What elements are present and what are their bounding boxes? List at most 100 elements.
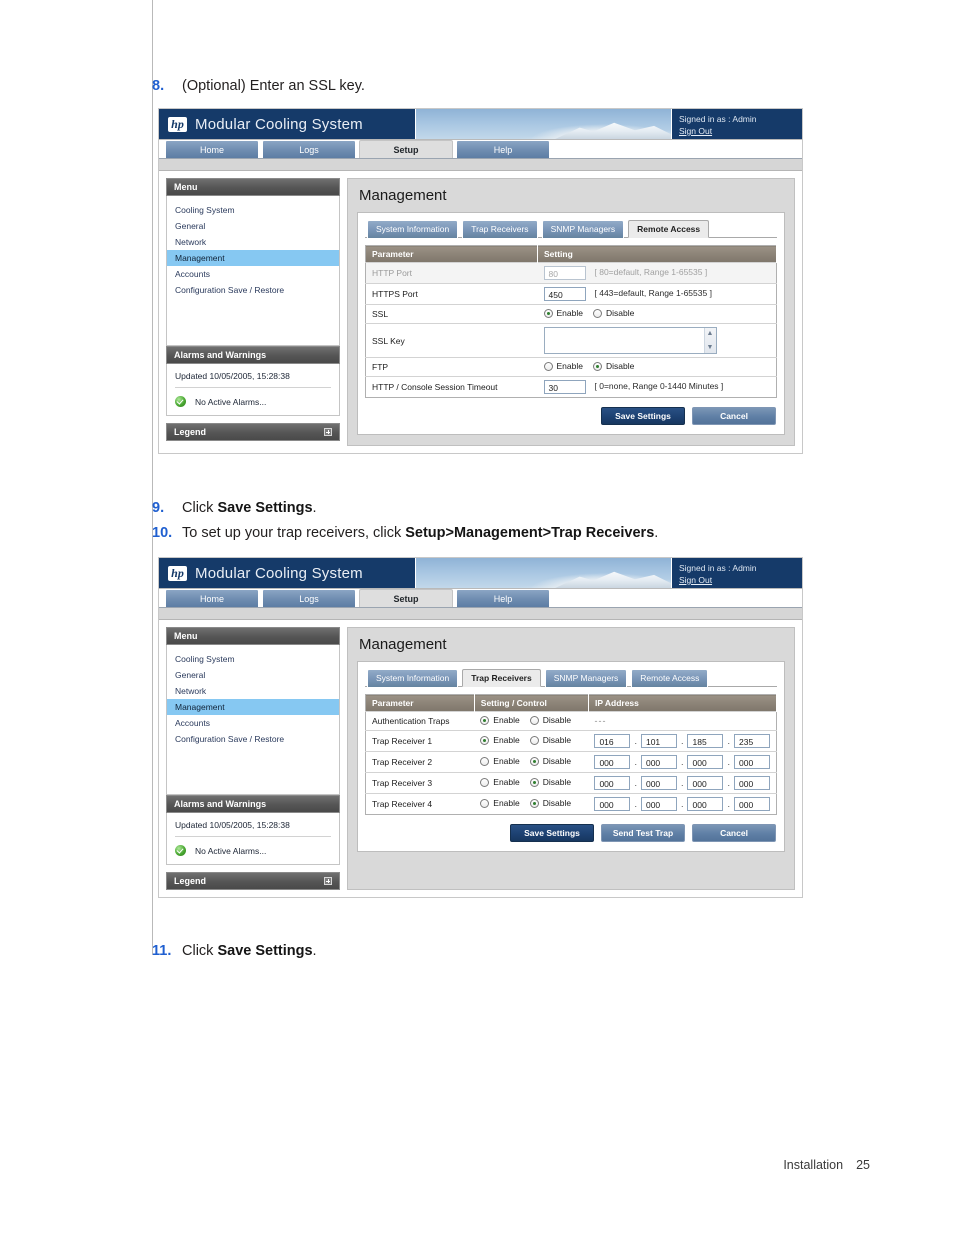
- nav-tab-logs[interactable]: Logs: [262, 140, 356, 158]
- sidebar-item-configuration-save-restore[interactable]: Configuration Save / Restore: [167, 282, 339, 298]
- app-header: Modular Cooling System Signed in as : Ad…: [159, 109, 802, 140]
- tab-system-information[interactable]: System Information: [367, 220, 459, 238]
- ssl-key-textarea[interactable]: ▲ ▼: [543, 327, 717, 354]
- tr1-ip-octet-3[interactable]: 185: [687, 734, 724, 748]
- tr3-ip-octet-3[interactable]: 000: [687, 776, 724, 790]
- legend-panel-title[interactable]: Legend: [166, 423, 340, 441]
- trap-receivers-button-row: Save Settings Send Test Trap Cancel: [365, 824, 777, 842]
- tr4-ip-octet-2[interactable]: 000: [640, 797, 677, 811]
- ssl-key-scrollbar[interactable]: ▲ ▼: [703, 328, 716, 353]
- cancel-button[interactable]: Cancel: [692, 407, 776, 425]
- nav-tab-help[interactable]: Help: [456, 589, 550, 607]
- row-label-https-port: HTTPS Port: [365, 283, 538, 305]
- radio-icon-off: [529, 735, 539, 745]
- tab-snmp-managers[interactable]: SNMP Managers: [544, 669, 628, 687]
- legend-panel-title[interactable]: Legend: [166, 872, 340, 890]
- tr4-ip-octet-1[interactable]: 000: [594, 797, 631, 811]
- sidebar-item-network[interactable]: Network: [167, 234, 339, 250]
- session-timeout-input[interactable]: 30: [543, 380, 586, 394]
- ftp-enable-radio[interactable]: Enable: [543, 361, 583, 371]
- alarms-panel-title: Alarms and Warnings: [166, 346, 340, 364]
- tab-remote-access[interactable]: Remote Access: [631, 669, 709, 687]
- tr2-ip-octet-4[interactable]: 000: [734, 755, 770, 769]
- ftp-disable-radio[interactable]: Disable: [592, 361, 634, 371]
- ip-separator-dot: .: [634, 778, 637, 788]
- tr4-disable-radio[interactable]: Disable: [529, 798, 571, 808]
- sidebar-item-cooling-system[interactable]: Cooling System: [167, 202, 339, 218]
- tr3-ip-octet-2[interactable]: 000: [640, 776, 677, 790]
- sidebar: Menu Cooling System General Network Mana…: [166, 627, 340, 890]
- sidebar-item-general[interactable]: General: [167, 218, 339, 234]
- send-test-trap-button[interactable]: Send Test Trap: [601, 824, 685, 842]
- save-settings-button[interactable]: Save Settings: [601, 407, 685, 425]
- tr4-ip-octet-3[interactable]: 000: [687, 797, 724, 811]
- tr3-ip-octet-1[interactable]: 000: [594, 776, 631, 790]
- tr1-ip-octet-4[interactable]: 235: [734, 734, 770, 748]
- sign-out-link[interactable]: Sign Out: [679, 125, 802, 137]
- auth-traps-disable-radio[interactable]: Disable: [529, 715, 571, 725]
- nav-tab-home[interactable]: Home: [165, 140, 259, 158]
- row-value-ssl-key: ▲ ▼: [537, 323, 777, 358]
- sidebar-item-accounts[interactable]: Accounts: [167, 715, 339, 731]
- tr1-enable-label: Enable: [493, 735, 520, 746]
- sidebar-item-management[interactable]: Management: [167, 699, 339, 715]
- expand-plus-icon[interactable]: [324, 428, 332, 436]
- tr1-ip-octet-2[interactable]: 101: [640, 734, 677, 748]
- step-9-bold: Save Settings: [217, 500, 313, 516]
- nav-tab-setup[interactable]: Setup: [359, 589, 453, 607]
- sign-out-link[interactable]: Sign Out: [679, 574, 802, 586]
- tab-snmp-managers[interactable]: SNMP Managers: [541, 220, 625, 238]
- scroll-up-arrow-icon[interactable]: ▲: [705, 328, 716, 339]
- tr2-ip-octet-1[interactable]: 000: [594, 755, 631, 769]
- tr2-ip-octet-3[interactable]: 000: [687, 755, 724, 769]
- nav-tab-home[interactable]: Home: [165, 589, 259, 607]
- sidebar-item-accounts[interactable]: Accounts: [167, 266, 339, 282]
- ssl-disable-radio[interactable]: Disable: [592, 308, 634, 318]
- ip-separator-dot: .: [727, 799, 730, 809]
- tr3-disable-radio[interactable]: Disable: [529, 777, 571, 787]
- scroll-down-arrow-icon[interactable]: ▼: [705, 342, 716, 353]
- page-footer: Installation 25: [783, 1158, 870, 1172]
- save-settings-button[interactable]: Save Settings: [510, 824, 594, 842]
- alarms-title-label: Alarms and Warnings: [174, 350, 267, 360]
- tab-system-information[interactable]: System Information: [367, 669, 459, 687]
- nav-tab-logs[interactable]: Logs: [262, 589, 356, 607]
- sub-bar: [159, 608, 802, 620]
- tr4-ip-octet-4[interactable]: 000: [734, 797, 770, 811]
- left-margin-rule-lower: [152, 495, 153, 955]
- auth-traps-enable-label: Enable: [493, 715, 520, 726]
- ip-separator-dot: .: [634, 757, 637, 767]
- tr3-ip-octet-4[interactable]: 000: [734, 776, 770, 790]
- tr1-ip-octet-1[interactable]: 016: [594, 734, 631, 748]
- tr2-ip-octet-2[interactable]: 000: [640, 755, 677, 769]
- tr4-enable-radio[interactable]: Enable: [480, 798, 520, 808]
- tr2-enable-radio[interactable]: Enable: [480, 756, 520, 766]
- ssl-enable-radio[interactable]: Enable: [543, 308, 583, 318]
- table-row: Trap Receiver 3 Enable Disable 000. 000. …: [365, 772, 777, 794]
- tr1-disable-radio[interactable]: Disable: [529, 735, 571, 745]
- tab-trap-receivers[interactable]: Trap Receivers: [462, 669, 541, 687]
- https-port-input[interactable]: 450: [543, 287, 586, 301]
- nav-tab-setup[interactable]: Setup: [359, 140, 453, 158]
- sidebar-item-cooling-system[interactable]: Cooling System: [167, 651, 339, 667]
- cancel-button[interactable]: Cancel: [692, 824, 776, 842]
- step-8-text: (Optional) Enter an SSL key.: [182, 78, 365, 94]
- sidebar-item-configuration-save-restore[interactable]: Configuration Save / Restore: [167, 731, 339, 747]
- tr1-enable-radio[interactable]: Enable: [480, 735, 520, 746]
- sidebar-item-network[interactable]: Network: [167, 683, 339, 699]
- row-ip-trap-receiver-4: 000. 000. 000. 000: [588, 793, 777, 815]
- tab-trap-receivers[interactable]: Trap Receivers: [462, 220, 538, 238]
- row-value-ftp: Enable Disable: [537, 357, 777, 377]
- row-label-authentication-traps: Authentication Traps: [365, 711, 475, 731]
- expand-plus-icon[interactable]: [324, 877, 332, 885]
- menu-list: Cooling System General Network Managemen…: [166, 645, 340, 795]
- tr3-enable-radio[interactable]: Enable: [480, 777, 520, 787]
- sidebar-item-management[interactable]: Management: [167, 250, 339, 266]
- remote-access-table: Parameter Setting HTTP Port 80 [ 80=defau…: [365, 245, 777, 398]
- tab-remote-access[interactable]: Remote Access: [628, 220, 710, 238]
- tr2-disable-radio[interactable]: Disable: [529, 756, 571, 766]
- nav-tab-help[interactable]: Help: [456, 140, 550, 158]
- signed-in-panel: Signed in as : Admin Sign Out: [672, 558, 802, 588]
- auth-traps-enable-radio[interactable]: Enable: [480, 715, 520, 726]
- sidebar-item-general[interactable]: General: [167, 667, 339, 683]
